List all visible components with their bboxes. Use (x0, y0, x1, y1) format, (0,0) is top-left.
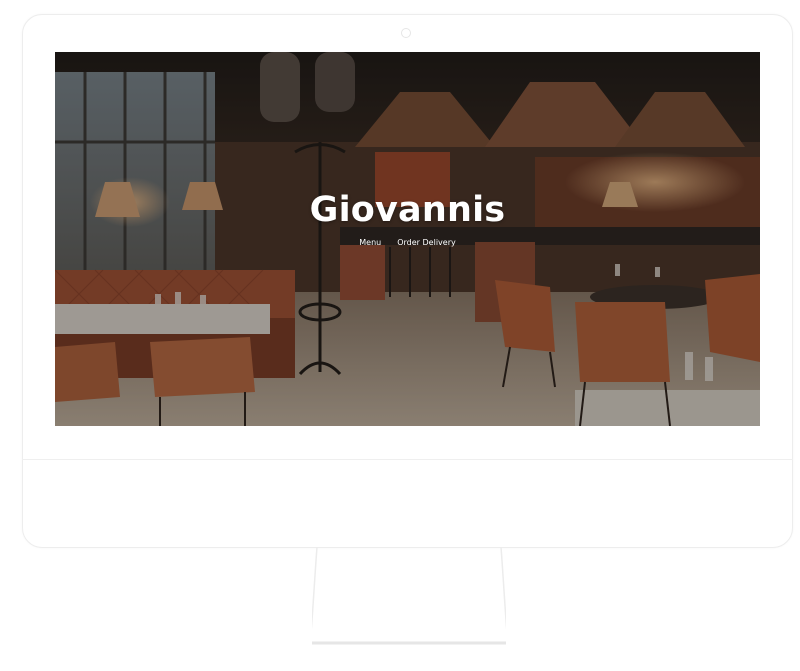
main-navigation: Menu Order Delivery (55, 238, 760, 247)
webcam-icon (401, 28, 411, 38)
monitor-chin-divider (22, 459, 793, 460)
nav-link-order-delivery[interactable]: Order Delivery (397, 238, 455, 247)
site-title: Giovannis (309, 190, 506, 230)
monitor-stand (312, 547, 506, 645)
website-hero: Giovannis Menu Order Delivery (55, 52, 760, 426)
nav-link-menu[interactable]: Menu (359, 238, 381, 247)
